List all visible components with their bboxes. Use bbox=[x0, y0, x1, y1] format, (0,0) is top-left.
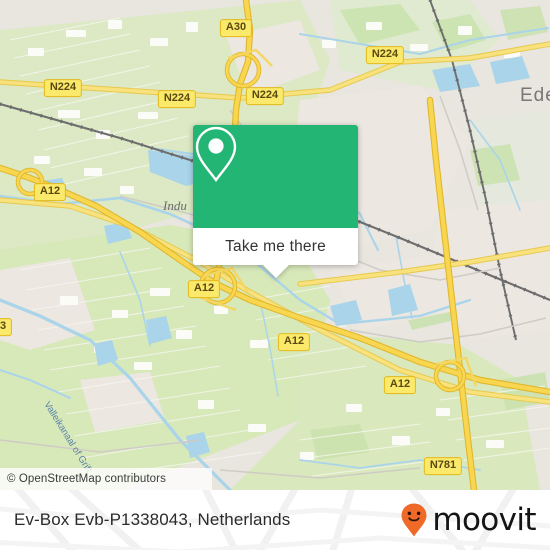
road-shield-n224: N224 bbox=[43, 79, 83, 97]
road-shield-a30: A30 bbox=[219, 19, 253, 37]
place-title: Ev-Box Evb-P1338043, Netherlands bbox=[14, 490, 290, 550]
location-popup-card[interactable]: Take me there bbox=[193, 125, 358, 278]
road-shield-n224: N224 bbox=[157, 90, 197, 108]
footer-bar: Ev-Box Evb-P1338043, Netherlands moovit bbox=[0, 490, 550, 550]
road-shield-n224: N224 bbox=[365, 46, 405, 64]
osm-attribution-text: © OpenStreetMap contributors bbox=[7, 473, 166, 485]
place-title-text: Ev-Box Evb-P1338043, Netherlands bbox=[14, 510, 291, 529]
popup-header bbox=[193, 125, 358, 228]
popup-tail bbox=[262, 265, 289, 278]
road-shield-3: 3 bbox=[0, 318, 13, 336]
road-shield-a12: A12 bbox=[33, 183, 67, 201]
svg-text:Ede: Ede bbox=[520, 85, 550, 106]
take-me-there-button[interactable]: Take me there bbox=[193, 228, 358, 265]
moovit-logo[interactable]: moovit bbox=[400, 490, 537, 550]
road-shield-n224: N224 bbox=[245, 87, 285, 105]
road-shield-a12: A12 bbox=[383, 376, 417, 394]
map-screenshot: Ede Indu Valleikanaal of Grift A30N224N2… bbox=[0, 0, 550, 550]
road-shield-a12: A12 bbox=[187, 280, 221, 298]
take-me-there-label: Take me there bbox=[225, 237, 326, 255]
svg-text:Indu: Indu bbox=[162, 198, 187, 213]
map-pin-icon bbox=[195, 126, 237, 182]
road-shield-a12: A12 bbox=[277, 333, 311, 351]
moovit-wordmark: moovit bbox=[432, 501, 536, 538]
map-canvas[interactable]: Ede Indu Valleikanaal of Grift A30N224N2… bbox=[0, 0, 550, 490]
moovit-smiley-pin-icon bbox=[401, 503, 427, 537]
road-shield-n781: N781 bbox=[423, 457, 463, 475]
osm-attribution[interactable]: © OpenStreetMap contributors bbox=[0, 468, 212, 490]
